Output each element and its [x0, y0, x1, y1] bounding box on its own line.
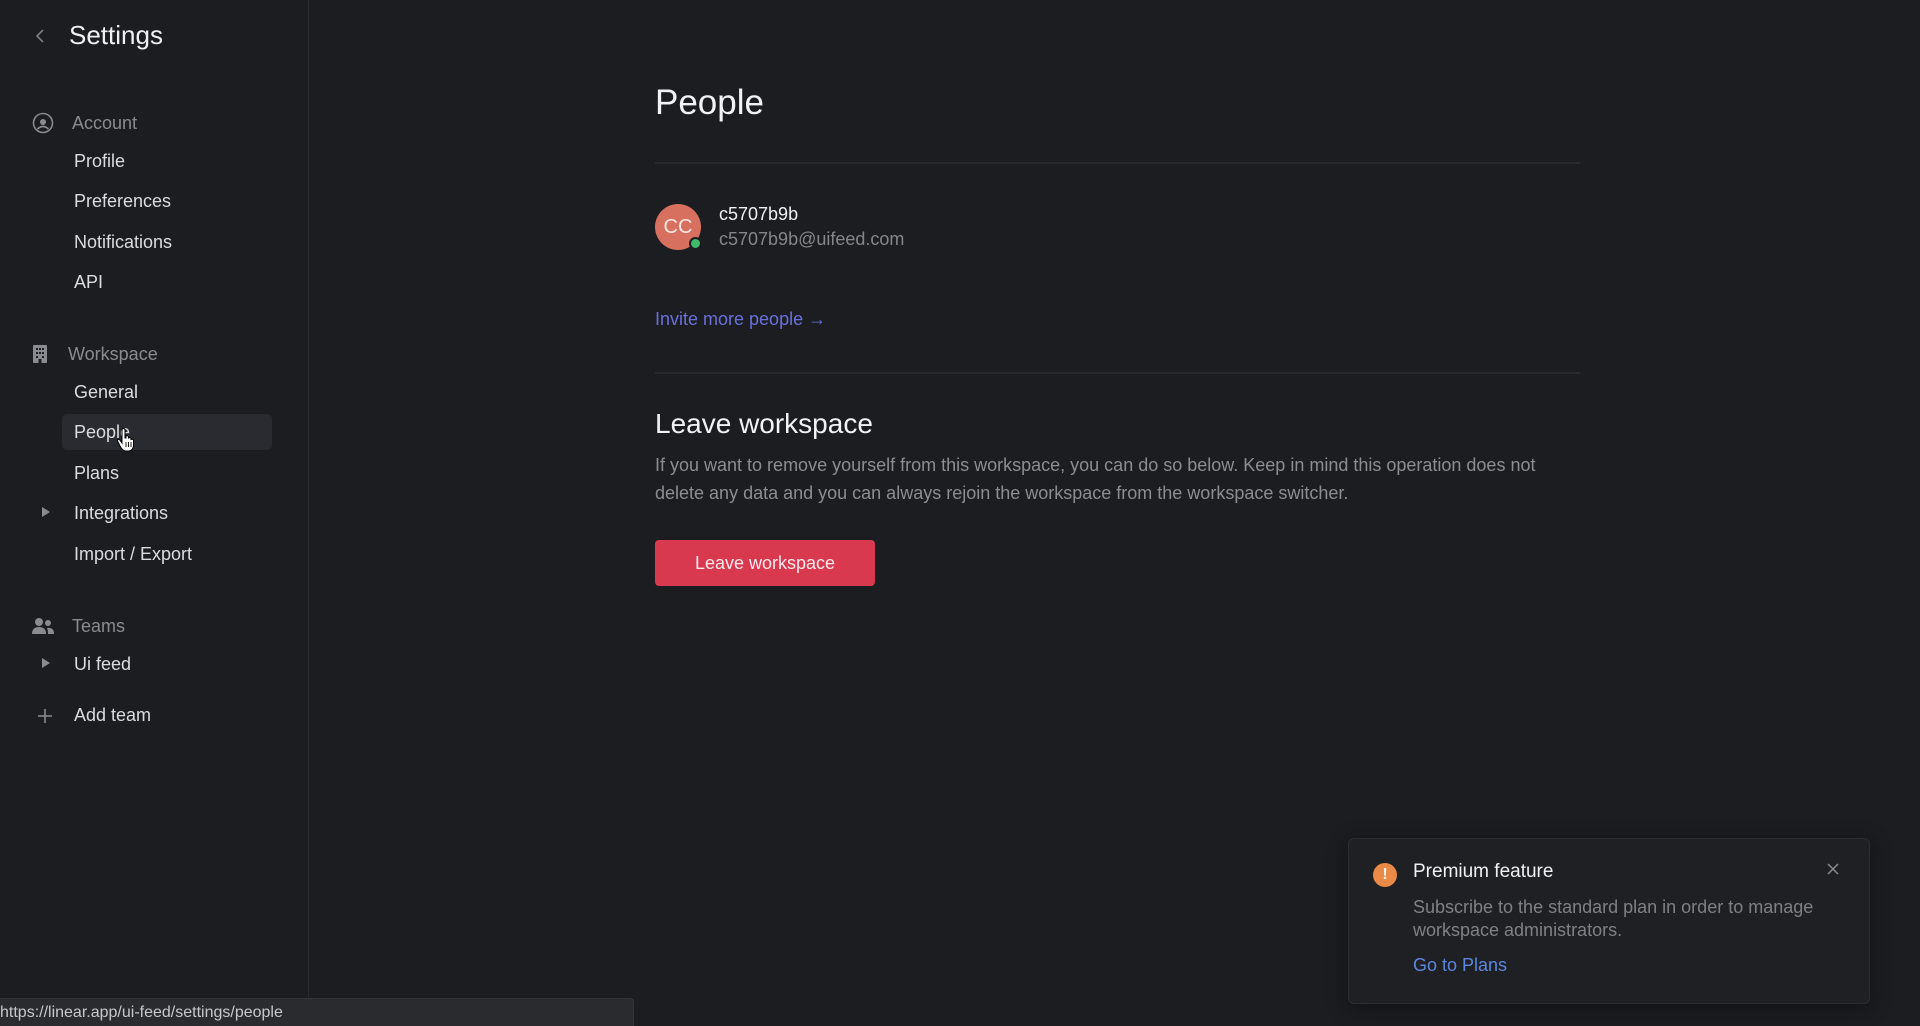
member-info: c5707b9b c5707b9b@uifeed.com — [719, 202, 904, 252]
go-to-plans-link[interactable]: Go to Plans — [1413, 955, 1507, 976]
sidebar-item-label: Integrations — [74, 502, 169, 523]
avatar: CC — [655, 204, 702, 250]
building-icon — [32, 343, 48, 365]
premium-feature-toast: ! Premium feature Subscribe to the stand… — [1348, 838, 1870, 1004]
section-workspace: Workspace — [32, 343, 158, 365]
section-account: Account — [32, 112, 137, 134]
sidebar-item-label: Plans — [74, 462, 120, 483]
divider — [655, 162, 1580, 164]
add-team-button[interactable]: Add team — [36, 705, 151, 726]
toast-title: Premium feature — [1413, 861, 1554, 882]
plus-icon — [36, 707, 54, 725]
sidebar-item-label: Notifications — [74, 231, 173, 252]
sidebar-item-profile[interactable]: Profile — [62, 143, 272, 179]
sidebar-item-label: Ui feed — [74, 653, 132, 674]
member-name: c5707b9b — [719, 204, 799, 224]
section-teams: Teams — [32, 615, 125, 637]
sidebar-item-label: General — [74, 381, 139, 402]
leave-workspace-button[interactable]: Leave workspace — [655, 540, 875, 586]
section-workspace-label: Workspace — [68, 343, 158, 364]
sidebar-item-integrations[interactable]: Integrations — [42, 495, 272, 531]
toast-message: Subscribe to the standard plan in order … — [1413, 897, 1814, 940]
users-icon — [32, 615, 54, 637]
sidebar-item-label: Preferences — [74, 190, 172, 211]
sidebar-item-plans[interactable]: Plans — [62, 455, 272, 491]
caret-right-icon[interactable] — [42, 507, 50, 517]
exclamation-icon: ! — [1373, 863, 1397, 887]
add-team-label: Add team — [74, 705, 152, 725]
sidebar-item-general[interactable]: General — [62, 374, 272, 410]
sidebar-item-label: Profile — [74, 150, 126, 171]
sidebar-item-api[interactable]: API — [62, 264, 272, 300]
sidebar-item-preferences[interactable]: Preferences — [62, 183, 272, 219]
sidebar-item-label: Import / Export — [74, 543, 193, 564]
divider — [655, 372, 1580, 374]
sidebar-item-notifications[interactable]: Notifications — [62, 224, 272, 260]
page-title: People — [655, 83, 764, 122]
member-row: CC c5707b9b c5707b9b@uifeed.com — [655, 202, 904, 252]
sidebar-item-people[interactable]: People — [62, 414, 272, 450]
hand-pointer-cursor-icon — [116, 428, 134, 452]
avatar-initials: CC — [663, 215, 693, 238]
chevron-left-icon[interactable] — [30, 26, 50, 46]
sidebar-title: Settings — [69, 20, 163, 50]
leave-workspace-heading: Leave workspace — [655, 408, 873, 439]
section-teams-label: Teams — [72, 615, 126, 636]
user-circle-icon — [32, 112, 54, 134]
online-status-indicator — [689, 237, 702, 250]
leave-workspace-description: If you want to remove yourself from this… — [655, 455, 1536, 503]
sidebar-header: Settings — [30, 20, 163, 51]
browser-status-url: https://linear.app/ui-feed/settings/peop… — [0, 998, 634, 1026]
close-icon[interactable] — [1823, 859, 1843, 879]
sidebar-item-label: API — [74, 271, 104, 292]
sidebar-item-import-export[interactable]: Import / Export — [62, 536, 272, 572]
sidebar-item-team-ui-feed[interactable]: Ui feed — [42, 646, 272, 682]
settings-sidebar: Settings Account Profile Preferences Not… — [0, 0, 309, 1026]
caret-right-icon[interactable] — [42, 658, 50, 668]
invite-more-people-link[interactable]: Invite more people → — [655, 309, 826, 330]
member-email: c5707b9b@uifeed.com — [719, 229, 905, 249]
section-account-label: Account — [72, 112, 138, 133]
